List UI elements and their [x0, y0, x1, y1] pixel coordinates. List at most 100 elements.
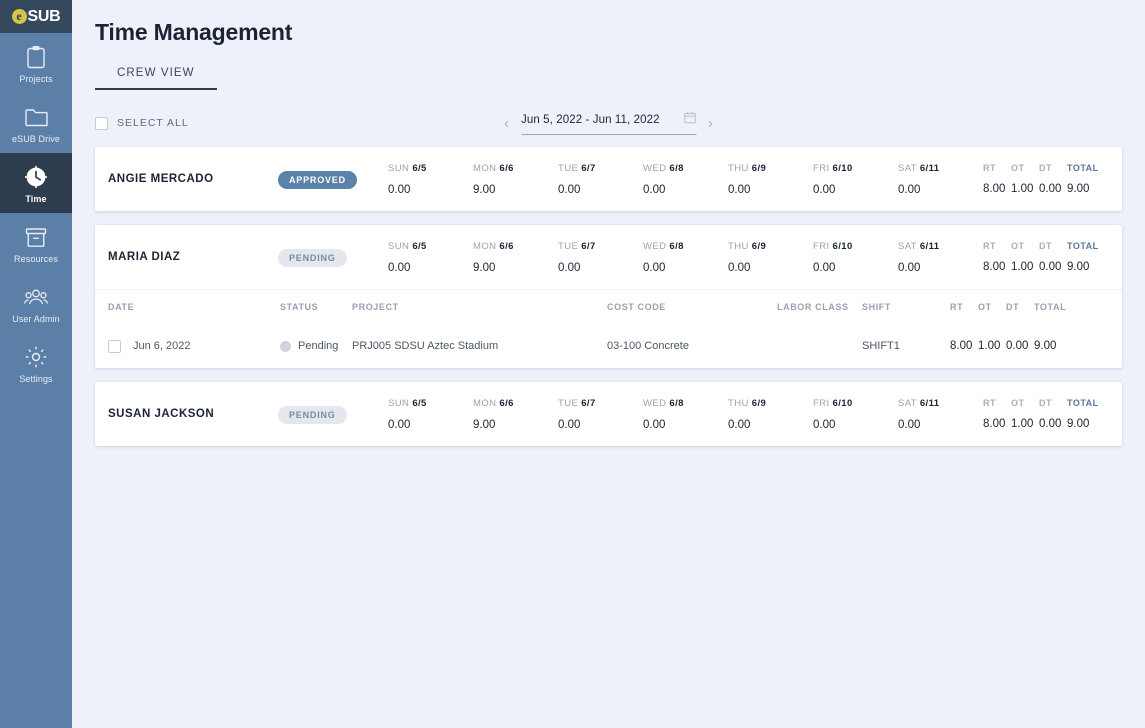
day-column[interactable]: THU 6/9 0.00	[728, 163, 813, 196]
entry-totals: 8.00 1.00 0.00 9.00	[950, 340, 1080, 352]
day-header: FRI 6/10	[813, 398, 898, 409]
day-column[interactable]: SAT 6/11 0.00	[898, 241, 983, 274]
sidebar-item-label: Time	[2, 194, 70, 204]
clock-icon	[2, 164, 70, 190]
day-hours: 0.00	[388, 184, 473, 196]
day-hours: 9.00	[473, 419, 558, 431]
entry-ot: 1.00	[978, 340, 1006, 352]
select-all-control[interactable]: SELECT ALL	[95, 117, 189, 130]
day-hours: 0.00	[813, 184, 898, 196]
status-badge-cell: PENDING	[278, 405, 388, 424]
day-header: THU 6/9	[728, 398, 813, 409]
total-label: TOTAL	[1067, 163, 1113, 173]
entry-project: PRJ005 SDSU Aztec Stadium	[352, 340, 607, 352]
day-column[interactable]: WED 6/8 0.00	[643, 241, 728, 274]
day-header: TUE 6/7	[558, 163, 643, 174]
day-hours: 0.00	[898, 262, 983, 274]
sidebar-item-projects[interactable]: Projects	[0, 33, 72, 93]
day-header: MON 6/6	[473, 398, 558, 409]
entry-cost-code: 03-100 Concrete	[607, 340, 777, 352]
logo-text: SUB	[28, 8, 61, 26]
employee-totals: RT8.00 OT1.00 DT0.00 TOTAL9.00	[983, 398, 1113, 430]
col-dt: DT	[1006, 302, 1034, 312]
clipboard-icon	[2, 44, 70, 70]
day-hours: 0.00	[558, 184, 643, 196]
day-hours: 0.00	[728, 419, 813, 431]
day-column[interactable]: THU 6/9 0.00	[728, 398, 813, 431]
day-column[interactable]: TUE 6/7 0.00	[558, 163, 643, 196]
employee-totals: RT8.00 OT1.00 DT0.00 TOTAL9.00	[983, 241, 1113, 273]
employee-name: SUSAN JACKSON	[108, 408, 278, 420]
day-column[interactable]: SUN 6/5 0.00	[388, 241, 473, 274]
day-hours: 0.00	[643, 184, 728, 196]
timecard-entry-row[interactable]: Jun 6, 2022 Pending PRJ005 SDSU Aztec St…	[108, 324, 1110, 368]
entry-checkbox[interactable]	[108, 340, 121, 353]
day-column[interactable]: FRI 6/10 0.00	[813, 241, 898, 274]
total-dt: DT0.00	[1039, 163, 1067, 195]
sidebar-item-time[interactable]: Time	[0, 153, 72, 213]
col-cost-code: COST CODE	[607, 302, 777, 312]
day-column[interactable]: MON 6/6 9.00	[473, 241, 558, 274]
day-column[interactable]: WED 6/8 0.00	[643, 398, 728, 431]
calendar-icon[interactable]	[683, 111, 696, 129]
day-hours: 9.00	[473, 184, 558, 196]
day-hours: 0.00	[728, 262, 813, 274]
entry-status: Pending	[298, 340, 338, 352]
employee-name: ANGIE MERCADO	[108, 173, 278, 185]
tab-bar: CREW VIEW	[95, 67, 1145, 90]
day-column[interactable]: FRI 6/10 0.00	[813, 163, 898, 196]
toolbar: SELECT ALL ‹ Jun 5, 2022 - Jun 11, 2022	[95, 108, 1122, 138]
day-hours: 0.00	[813, 262, 898, 274]
select-all-checkbox[interactable]	[95, 117, 108, 130]
status-badge-cell: PENDING	[278, 248, 388, 267]
day-header: THU 6/9	[728, 163, 813, 174]
sidebar-item-user-admin[interactable]: User Admin	[0, 273, 72, 333]
chevron-left-icon[interactable]: ‹	[502, 116, 511, 131]
day-columns: SUN 6/5 0.00 MON 6/6 9.00 TUE 6/7 0.00 W…	[388, 241, 983, 274]
entry-shift: SHIFT1	[862, 340, 950, 352]
dt-label: DT	[1039, 398, 1067, 408]
total-sum: TOTAL 9.00	[1067, 163, 1113, 195]
day-column[interactable]: SUN 6/5 0.00	[388, 163, 473, 196]
detail-total-headers: RT OT DT TOTAL	[950, 302, 1080, 312]
page-title: Time Management	[95, 19, 1145, 46]
date-range-value: Jun 5, 2022 - Jun 11, 2022	[521, 114, 660, 126]
total-label: TOTAL	[1067, 398, 1113, 408]
tab-crew-view[interactable]: CREW VIEW	[95, 67, 217, 90]
date-range-field[interactable]: Jun 5, 2022 - Jun 11, 2022	[521, 111, 696, 135]
total-value: 9.00	[1067, 183, 1113, 195]
sidebar-item-resources[interactable]: Resources	[0, 213, 72, 273]
day-column[interactable]: SUN 6/5 0.00	[388, 398, 473, 431]
employee-row[interactable]: SUSAN JACKSON PENDING SUN 6/5 0.00 MON 6…	[95, 382, 1122, 446]
rt-value: 8.00	[983, 261, 1011, 273]
day-column[interactable]: MON 6/6 9.00	[473, 398, 558, 431]
day-column[interactable]: FRI 6/10 0.00	[813, 398, 898, 431]
archive-box-icon	[2, 224, 70, 250]
total-ot: OT1.00	[1011, 241, 1039, 273]
day-hours: 0.00	[388, 262, 473, 274]
rt-label: RT	[983, 398, 1011, 408]
day-column[interactable]: MON 6/6 9.00	[473, 163, 558, 196]
ot-label: OT	[1011, 163, 1039, 173]
app-logo[interactable]: e SUB	[0, 0, 72, 33]
total-sum: TOTAL9.00	[1067, 398, 1113, 430]
employee-row[interactable]: ANGIE MERCADO APPROVED SUN 6/5 0.00 MON …	[95, 147, 1122, 211]
total-dt: DT0.00	[1039, 241, 1067, 273]
chevron-right-icon[interactable]: ›	[706, 116, 715, 131]
employee-row[interactable]: MARIA DIAZ PENDING SUN 6/5 0.00 MON 6/6 …	[95, 225, 1122, 289]
day-column[interactable]: SAT 6/11 0.00	[898, 398, 983, 431]
day-column[interactable]: SAT 6/11 0.00	[898, 163, 983, 196]
date-range-nav: ‹ Jun 5, 2022 - Jun 11, 2022 ›	[502, 111, 715, 135]
dt-value: 0.00	[1039, 183, 1067, 195]
sidebar-item-esub-drive[interactable]: eSUB Drive	[0, 93, 72, 153]
dt-value: 0.00	[1039, 418, 1067, 430]
dt-value: 0.00	[1039, 261, 1067, 273]
sidebar-item-settings[interactable]: Settings	[0, 333, 72, 393]
day-column[interactable]: TUE 6/7 0.00	[558, 398, 643, 431]
day-column[interactable]: TUE 6/7 0.00	[558, 241, 643, 274]
total-ot: OT1.00	[1011, 163, 1039, 195]
ot-value: 1.00	[1011, 261, 1039, 273]
employee-card: MARIA DIAZ PENDING SUN 6/5 0.00 MON 6/6 …	[95, 225, 1122, 368]
day-column[interactable]: THU 6/9 0.00	[728, 241, 813, 274]
day-column[interactable]: WED 6/8 0.00	[643, 163, 728, 196]
